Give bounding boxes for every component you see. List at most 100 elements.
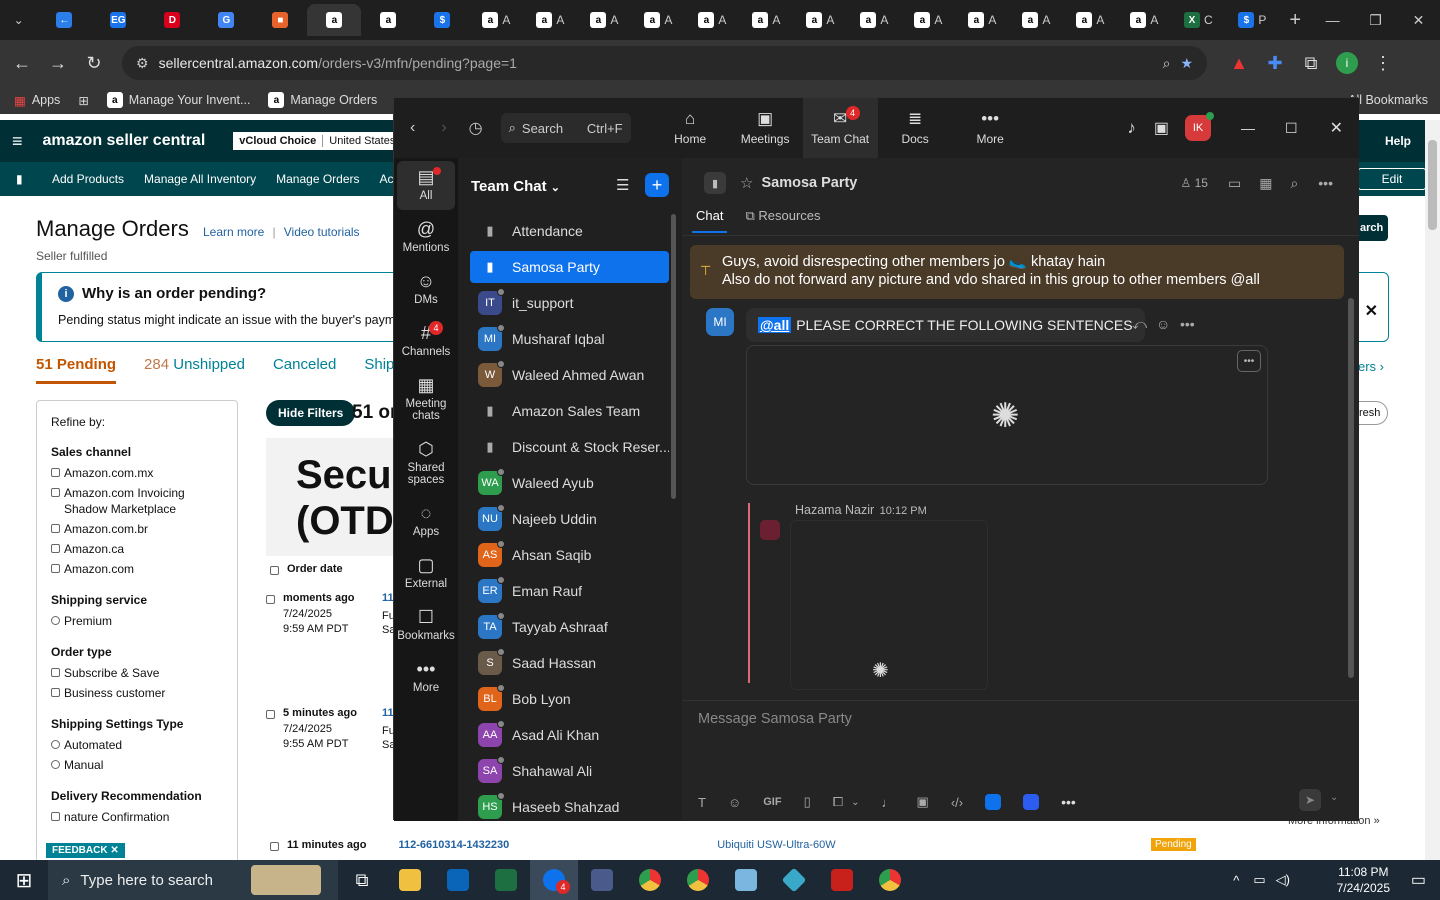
nav-add-products[interactable]: Add Products [52, 172, 124, 186]
gift-icon[interactable]: ▣ [1154, 118, 1169, 138]
checkbox[interactable] [51, 688, 60, 697]
browser-tab[interactable]: aA [793, 4, 847, 36]
screenshot-options-icon[interactable]: ⌄ [851, 797, 859, 808]
chat-list-item[interactable]: W Waleed Ahmed Awan [470, 359, 669, 391]
volume-icon[interactable]: ◁) [1276, 872, 1290, 888]
bookmark-grid[interactable]: ⊞ [78, 93, 88, 108]
chat-list-item[interactable]: NU Najeeb Uddin [470, 503, 669, 535]
screenshot-icon[interactable]: ⧠ [833, 794, 843, 810]
scrollbar-thumb[interactable] [1428, 140, 1437, 230]
maximize-zoom-button[interactable]: ☐ [1285, 120, 1298, 137]
order-id-link[interactable]: 11 [382, 592, 394, 604]
filezilla-icon[interactable] [818, 860, 866, 900]
search-orders-button[interactable]: arch [1356, 215, 1388, 241]
col-order-date[interactable]: Order date [287, 563, 343, 575]
members-button[interactable]: ♙ 15 [1181, 176, 1208, 190]
browser-tab[interactable]: XC [1171, 4, 1225, 36]
filter-option[interactable]: Subscribe & Save [51, 665, 223, 681]
extension-blue-icon[interactable]: ✚ [1257, 45, 1293, 81]
row-checkbox[interactable] [266, 710, 275, 719]
bookmark-flag-icon[interactable]: ▮ [16, 172, 23, 186]
browser-tab[interactable]: aA [685, 4, 739, 36]
start-button[interactable]: ⊞ [0, 860, 48, 900]
browser-tab[interactable]: aA [1117, 4, 1171, 36]
calendar-icon[interactable]: ▦ [1259, 175, 1272, 192]
filter-option[interactable]: Business customer [51, 685, 223, 701]
reply-avatar[interactable] [760, 520, 780, 540]
site-info-icon[interactable]: ⚙ [136, 55, 149, 72]
filter-option[interactable]: Amazon.com Invoicing Shadow Marketplace [51, 485, 223, 517]
filter-option[interactable]: Amazon.com.br [51, 521, 223, 537]
more-tabs-link[interactable]: ers › [1358, 359, 1384, 374]
checkbox[interactable] [51, 468, 60, 477]
checkbox[interactable] [51, 524, 60, 533]
browser-menu-icon[interactable]: ⋮ [1365, 45, 1401, 81]
browser-tab[interactable]: aA [1009, 4, 1063, 36]
profile-avatar[interactable]: IK [1185, 112, 1215, 141]
browser-tab[interactable]: aA [523, 4, 577, 36]
browser-tab[interactable]: aA [469, 4, 523, 36]
sidebar-item-more[interactable]: ••• More [397, 653, 455, 702]
order-id-link[interactable]: 112-6610314-1432230 [398, 839, 509, 851]
tray-chevron-icon[interactable]: ^ [1233, 873, 1239, 888]
notes-app-icon[interactable] [722, 860, 770, 900]
zoom-nav-home[interactable]: ⌂ Home [653, 98, 728, 158]
new-tab-button[interactable]: + [1279, 4, 1311, 36]
help-link[interactable]: Help [1385, 134, 1411, 148]
zoom-nav-more[interactable]: ••• More [953, 98, 1028, 158]
zoom-nav-team-chat[interactable]: ✉ Team Chat 4 [802, 98, 878, 158]
close-window-button[interactable]: ✕ [1397, 0, 1440, 40]
edit-nav-button[interactable]: Edit [1358, 168, 1426, 190]
message-input[interactable]: Message Samosa Party [698, 711, 852, 727]
send-icon[interactable]: ➤ [1299, 789, 1321, 811]
sidebar-item-bookmarks[interactable]: ☐ Bookmarks [397, 601, 455, 650]
chat-list-item[interactable]: HS Haseeb Shahzad [470, 791, 669, 823]
sidebar-item-meeting-chats[interactable]: ▦ Meeting chats [397, 369, 455, 430]
row-checkbox[interactable] [266, 595, 275, 604]
browser-tab[interactable]: G [199, 4, 253, 36]
star-icon[interactable]: ☆ [740, 174, 753, 192]
chrome-profile-icon[interactable] [674, 860, 722, 900]
browser-tab[interactable]: aA [739, 4, 793, 36]
send-options-icon[interactable]: ⌄ [1330, 792, 1338, 803]
sidebar-item-apps[interactable]: ◌ Apps [397, 497, 455, 546]
chat-list-item[interactable]: MI Musharaf Iqbal [470, 323, 669, 355]
chat-list-item[interactable]: SA Shahawal Ali [470, 755, 669, 787]
bookmark-star-icon[interactable]: ★ [1180, 55, 1193, 72]
chat-scrollbar[interactable] [1348, 298, 1354, 678]
cube-app-icon[interactable] [770, 860, 818, 900]
sidebar-item-dms[interactable]: ☺ DMs [397, 265, 455, 314]
hide-filters-button[interactable]: Hide Filters [266, 400, 356, 426]
message-avatar[interactable]: MI [706, 308, 734, 336]
browser-tab[interactable]: aA [1063, 4, 1117, 36]
filter-option[interactable]: Amazon.com [51, 561, 223, 577]
chrome-icon[interactable] [626, 860, 674, 900]
task-view-icon[interactable]: ⧉ [338, 860, 386, 900]
loading-attachment[interactable]: ••• ✺ [746, 345, 1268, 485]
sidebar-item-mentions[interactable]: @ Mentions [397, 213, 455, 262]
bookmark-manage-orders[interactable]: a Manage Orders [268, 92, 377, 108]
format-text-icon[interactable]: T [698, 795, 706, 810]
filter-option[interactable]: Automated [51, 737, 223, 753]
code-icon[interactable]: ‹/› [951, 795, 963, 810]
radio-button[interactable] [51, 740, 60, 749]
sidebar-item-all[interactable]: ▤ All [397, 161, 455, 210]
hamburger-menu-icon[interactable]: ≡ [12, 131, 23, 152]
filter-option[interactable]: nature Confirmation [51, 809, 223, 825]
reply-icon[interactable]: ⤺ [1132, 316, 1147, 333]
browser-tab[interactable]: aA [631, 4, 685, 36]
video-tutorials-link[interactable]: Video tutorials [284, 225, 360, 239]
message-more-icon[interactable]: ••• [1180, 316, 1195, 332]
emoji-icon[interactable]: ☺ [728, 795, 741, 810]
chat-list-item[interactable]: S Saad Hassan [470, 647, 669, 679]
emoji-reaction-icon[interactable]: ☺ [1156, 316, 1170, 332]
search-icon[interactable]: ⌕ [1290, 175, 1298, 192]
chat-list-item[interactable]: AA Asad Ali Khan [470, 719, 669, 751]
profile-avatar[interactable]: i [1329, 45, 1365, 81]
browser-tab[interactable]: aA [577, 4, 631, 36]
extensions-puzzle-icon[interactable]: ⧉ [1293, 45, 1329, 81]
radio-button[interactable] [51, 616, 60, 625]
checkbox[interactable] [51, 488, 60, 497]
refresh-button[interactable]: resh [1356, 401, 1388, 425]
promo-banner[interactable]: Secu (OTD [266, 438, 396, 556]
